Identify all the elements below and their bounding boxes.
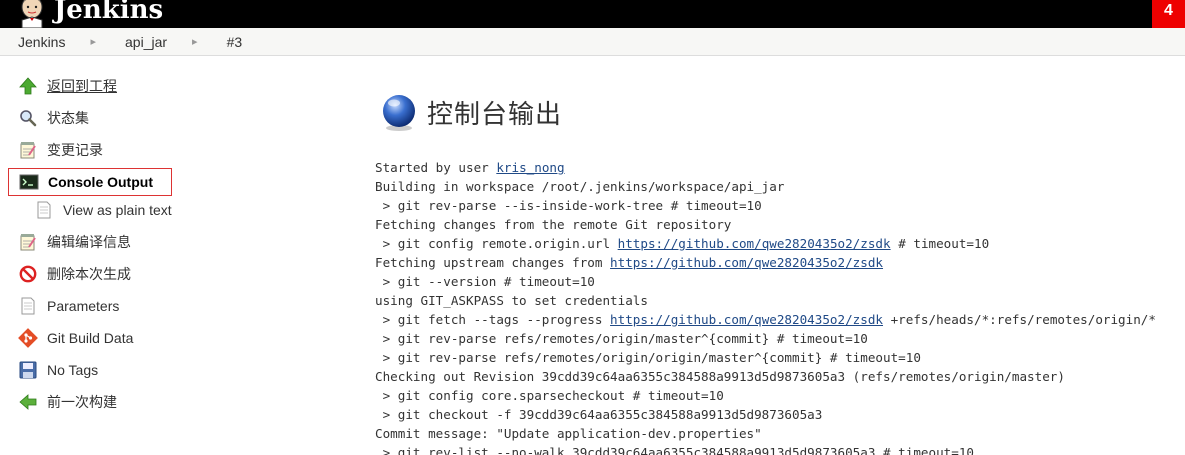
notepad-icon [18, 232, 38, 252]
console-line: Started by user kris_nong [375, 158, 1185, 177]
sidebar-item-label[interactable]: Console Output [48, 174, 153, 190]
document-icon [34, 200, 54, 220]
console-line: > git fetch --tags --progress https://gi… [375, 310, 1185, 329]
sidebar-item-label[interactable]: 返回到工程 [47, 76, 117, 96]
console-line-text: +refs/heads/*:refs/remotes/origin/* [883, 312, 1156, 327]
console-line: > git rev-list --no-walk 39cdd39c64aa635… [375, 443, 1185, 455]
notification-badge[interactable]: 4 [1152, 0, 1185, 28]
sidebar-item-label[interactable]: No Tags [47, 362, 98, 378]
console-line-text: using GIT_ASKPASS to set credentials [375, 293, 648, 308]
console-line: Building in workspace /root/.jenkins/wor… [375, 177, 1185, 196]
console-link[interactable]: https://github.com/qwe2820435o2/zsdk [610, 312, 883, 327]
sidebar-item-view-plain-text[interactable]: View as plain text [8, 198, 258, 222]
console-line: Commit message: "Update application-dev.… [375, 424, 1185, 443]
app-title: Jenkins [54, 0, 164, 25]
sidebar: 返回到工程 状态集 变更记录 Console Output View as pl… [8, 70, 258, 418]
sidebar-item-label[interactable]: 状态集 [47, 108, 89, 128]
floppy-disk-icon [18, 360, 38, 380]
sidebar-item-label[interactable]: Parameters [47, 298, 119, 314]
document-icon [18, 296, 38, 316]
git-icon [18, 328, 38, 348]
breadcrumb-job[interactable]: api_jar [125, 34, 167, 50]
main-panel: 控制台输出 Started by user kris_nong Building … [375, 90, 1185, 455]
console-line: Fetching changes from the remote Git rep… [375, 215, 1185, 234]
console-link[interactable]: https://github.com/qwe2820435o2/zsdk [610, 255, 883, 270]
console-line: Fetching upstream changes from https://g… [375, 253, 1185, 272]
console-line-text: > git rev-parse refs/remotes/origin/mast… [375, 331, 868, 346]
no-entry-icon [18, 264, 38, 284]
sidebar-item-status[interactable]: 状态集 [8, 102, 258, 134]
terminal-icon [19, 172, 39, 192]
sidebar-item-git-build-data[interactable]: Git Build Data [8, 322, 258, 354]
breadcrumb-jenkins[interactable]: Jenkins [18, 34, 65, 50]
sidebar-item-edit-build-info[interactable]: 编辑编译信息 [8, 226, 258, 258]
page-title: 控制台输出 [427, 99, 563, 130]
console-line-text: Checking out Revision 39cdd39c64aa6355c3… [375, 369, 1065, 384]
console-line: > git checkout -f 39cdd39c64aa6355c38458… [375, 405, 1185, 424]
console-line-text: Fetching changes from the remote Git rep… [375, 217, 732, 232]
sidebar-item-label[interactable]: 变更记录 [47, 140, 103, 160]
console-line: > git config remote.origin.url https://g… [375, 234, 1185, 253]
sidebar-item-label[interactable]: View as plain text [63, 202, 172, 218]
blue-ball-icon [383, 95, 415, 131]
sidebar-item-delete-build[interactable]: 删除本次生成 [8, 258, 258, 290]
console-line: > git rev-parse --is-inside-work-tree # … [375, 196, 1185, 215]
notepad-icon [18, 140, 38, 160]
sidebar-item-parameters[interactable]: Parameters [8, 290, 258, 322]
console-line-text: Fetching upstream changes from [375, 255, 611, 270]
console-line-text: Building in workspace /root/.jenkins/wor… [375, 179, 785, 194]
console-line-text: > git rev-parse refs/remotes/origin/orig… [375, 350, 921, 365]
console-link[interactable]: kris_nong [496, 160, 564, 175]
console-line-text: Started by user [375, 160, 497, 175]
sidebar-item-previous-build[interactable]: 前一次构建 [8, 386, 258, 418]
chevron-right-icon[interactable]: ▸ [90, 35, 96, 48]
magnifier-icon [18, 108, 38, 128]
left-arrow-icon [18, 392, 38, 412]
sidebar-item-changes[interactable]: 变更记录 [8, 134, 258, 166]
jenkins-butler-icon [21, 0, 43, 28]
console-line-text: > git config remote.origin.url [375, 236, 618, 251]
console-line-text: Commit message: "Update application-dev.… [375, 426, 762, 441]
page-header: 控制台输出 [375, 90, 1185, 134]
console-line-text: # timeout=10 [890, 236, 990, 251]
console-output: Started by user kris_nong Building in wor… [375, 158, 1185, 455]
chevron-right-icon[interactable]: ▸ [192, 35, 198, 48]
console-link[interactable]: https://github.com/qwe2820435o2/zsdk [618, 236, 891, 251]
console-line: > git --version # timeout=10 [375, 272, 1185, 291]
sidebar-item-console-output[interactable]: Console Output [8, 168, 172, 196]
console-line-text: > git config core.sparsecheckout # timeo… [375, 388, 724, 403]
console-line: > git config core.sparsecheckout # timeo… [375, 386, 1185, 405]
console-line-text: > git rev-list --no-walk 39cdd39c64aa635… [375, 445, 974, 455]
console-line-text: > git fetch --tags --progress [375, 312, 611, 327]
sidebar-item-label[interactable]: 编辑编译信息 [47, 232, 131, 252]
breadcrumb: Jenkins ▸ api_jar ▸ #3 [0, 28, 1185, 56]
top-header: Jenkins 4 [0, 0, 1185, 28]
up-arrow-icon [18, 76, 38, 96]
sidebar-item-label[interactable]: 前一次构建 [47, 392, 117, 412]
console-line: using GIT_ASKPASS to set credentials [375, 291, 1185, 310]
sidebar-item-back-to-project[interactable]: 返回到工程 [8, 70, 258, 102]
sidebar-item-label[interactable]: 删除本次生成 [47, 264, 131, 284]
jenkins-logo[interactable]: Jenkins [16, 0, 163, 28]
sidebar-item-no-tags[interactable]: No Tags [8, 354, 258, 386]
breadcrumb-build[interactable]: #3 [227, 34, 243, 50]
sidebar-item-label[interactable]: Git Build Data [47, 330, 133, 346]
console-line: Checking out Revision 39cdd39c64aa6355c3… [375, 367, 1185, 386]
console-line: > git rev-parse refs/remotes/origin/orig… [375, 348, 1185, 367]
console-line-text: > git rev-parse --is-inside-work-tree # … [375, 198, 762, 213]
console-line: > git rev-parse refs/remotes/origin/mast… [375, 329, 1185, 348]
console-line-text: > git checkout -f 39cdd39c64aa6355c38458… [375, 407, 823, 422]
console-line-text: > git --version # timeout=10 [375, 274, 595, 289]
